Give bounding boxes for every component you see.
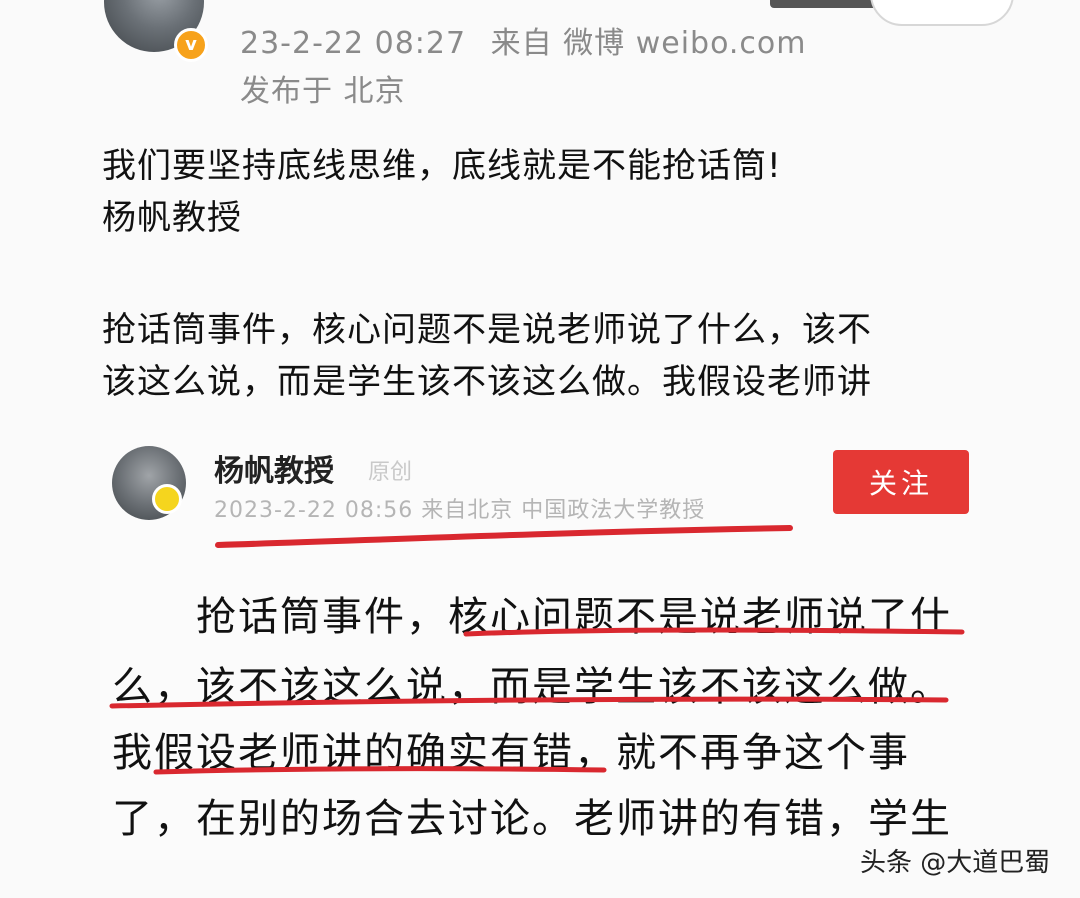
underline-line3: [153, 766, 607, 775]
watermark: 头条 @大道巴蜀: [860, 848, 1051, 878]
underline-line1: [463, 627, 965, 637]
underline-meta: [215, 525, 793, 548]
underline-line2: [109, 696, 949, 709]
red-underline-annotations: [109, 525, 965, 775]
